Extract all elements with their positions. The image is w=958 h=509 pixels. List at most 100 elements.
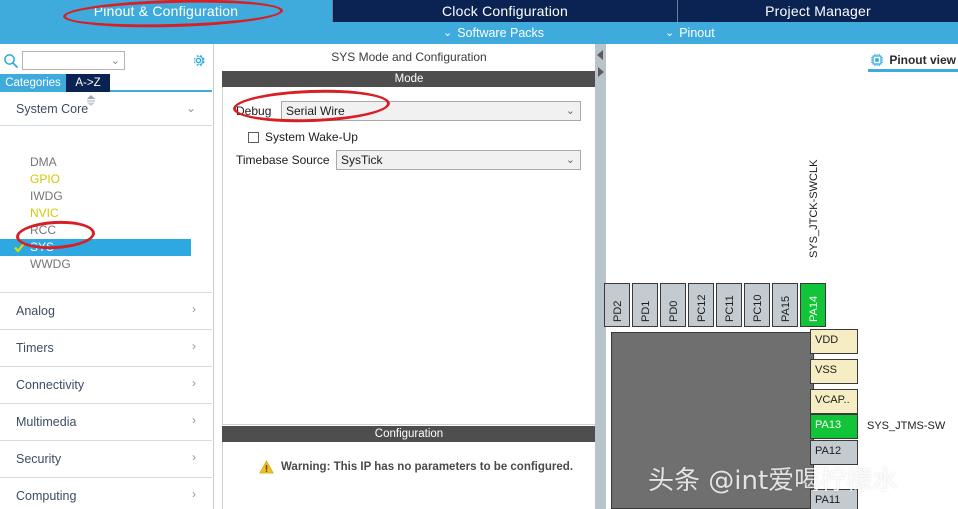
signal-sys-jtms-sw: SYS_JTMS-SW xyxy=(867,420,946,432)
check-icon xyxy=(14,242,25,253)
pin-pd1[interactable]: PD1 xyxy=(632,283,658,327)
pin-pd1-label: PD1 xyxy=(640,300,652,322)
category-security-label: Security xyxy=(16,452,62,466)
category-connectivity[interactable]: Connectivity › xyxy=(0,366,212,403)
pin-pd2[interactable]: PD2 xyxy=(604,283,630,327)
pin-vdd[interactable]: VDD xyxy=(810,329,858,354)
tab-project-manager-label: Project Manager xyxy=(765,3,871,19)
system-wakeup-checkbox[interactable] xyxy=(248,132,259,143)
ip-item-gpio-label: GPIO xyxy=(30,172,61,186)
collapse-right-icon[interactable] xyxy=(596,65,605,77)
ip-item-iwdg-label: IWDG xyxy=(30,189,63,203)
category-system-core-label: System Core xyxy=(16,102,89,116)
pin-vss[interactable]: VSS xyxy=(810,359,858,384)
pin-vss-label: VSS xyxy=(815,364,838,376)
ip-item-iwdg[interactable]: IWDG xyxy=(0,188,191,205)
category-timers[interactable]: Timers › xyxy=(0,329,212,366)
tab-categories[interactable]: Categories xyxy=(0,74,66,92)
panel-title: SYS Mode and Configuration xyxy=(331,50,487,64)
panel-splitter[interactable] xyxy=(595,44,606,509)
signal-sys-jtck-swclk: SYS_JTCK-SWCLK xyxy=(808,159,820,258)
configuration-section-header: Configuration xyxy=(222,426,596,442)
debug-select-value: Serial Wire xyxy=(286,104,345,118)
chip-package-body xyxy=(611,332,814,509)
timebase-label: Timebase Source xyxy=(236,153,330,167)
scroll-spinner-icon[interactable] xyxy=(84,94,98,107)
pin-pd0[interactable]: PD0 xyxy=(660,283,686,327)
sys-configuration-panel: SYS Mode and Configuration Mode Debug Se… xyxy=(213,44,596,509)
pin-pa11[interactable]: PA11 xyxy=(810,489,858,509)
collapse-left-icon[interactable] xyxy=(596,48,605,60)
pin-pa13[interactable]: PA13 xyxy=(810,414,858,439)
pin-vcap-label: VCAP.. xyxy=(815,394,850,406)
menu-software-packs[interactable]: ⌄ Software Packs xyxy=(443,22,544,44)
tab-a-to-z-label: A->Z xyxy=(75,77,101,89)
pin-pc11[interactable]: PC11 xyxy=(716,283,742,327)
chevron-down-icon: ⌄ xyxy=(565,105,575,117)
mode-section-header-label: Mode xyxy=(394,73,424,85)
pin-pa15-label: PA15 xyxy=(780,295,792,322)
chevron-down-icon: ⌄ xyxy=(185,101,196,115)
chevron-down-icon[interactable]: ⌄ xyxy=(111,54,120,67)
chevron-right-icon: › xyxy=(192,487,196,501)
pin-pa11-label: PA11 xyxy=(815,494,841,506)
ip-item-sys[interactable]: SYS xyxy=(0,239,191,256)
menu-pinout[interactable]: ⌄ Pinout xyxy=(665,22,715,44)
pin-pd2-label: PD2 xyxy=(612,300,624,322)
configuration-section-header-label: Configuration xyxy=(374,428,444,440)
pin-vcap[interactable]: VCAP.. xyxy=(810,389,858,414)
category-security[interactable]: Security › xyxy=(0,440,212,477)
tab-clock-configuration[interactable]: Clock Configuration xyxy=(332,0,677,22)
tab-a-to-z[interactable]: A->Z xyxy=(66,74,110,92)
ip-item-dma-label: DMA xyxy=(30,155,57,169)
system-wakeup-row[interactable]: System Wake-Up xyxy=(248,130,448,147)
tab-pinout-configuration[interactable]: Pinout & Configuration xyxy=(0,0,332,22)
warning-message: Warning: This IP has no parameters to be… xyxy=(259,460,573,474)
search-icon xyxy=(3,53,19,69)
chevron-right-icon: › xyxy=(192,302,196,316)
search-row: ⌄ xyxy=(0,48,212,74)
gear-icon[interactable] xyxy=(190,52,207,69)
tab-clock-configuration-label: Clock Configuration xyxy=(442,3,568,19)
debug-label: Debug xyxy=(236,104,272,118)
chevron-right-icon: › xyxy=(192,376,196,390)
category-computing[interactable]: Computing › xyxy=(0,477,212,509)
chip-icon xyxy=(870,53,884,67)
category-list: System Core ⌄ DMA GPIO IWDG NVIC RCC SYS… xyxy=(0,94,212,509)
tab-pinout-view-label: Pinout view xyxy=(889,52,956,67)
tab-categories-label: Categories xyxy=(5,77,61,89)
cubemx-window: Pinout & Configuration Clock Configurati… xyxy=(0,0,958,509)
chevron-down-icon: ⌄ xyxy=(665,26,675,39)
chevron-down-icon: ⌄ xyxy=(565,154,575,166)
timebase-select[interactable]: SysTick ⌄ xyxy=(336,150,581,170)
pin-pc12[interactable]: PC12 xyxy=(688,283,714,327)
pin-pa13-label: PA13 xyxy=(815,419,842,431)
category-system-core[interactable]: System Core ⌄ xyxy=(0,94,212,126)
category-multimedia[interactable]: Multimedia › xyxy=(0,403,212,440)
ip-item-wwdg[interactable]: WWDG xyxy=(0,256,191,273)
ip-item-nvic-label: NVIC xyxy=(30,206,59,220)
ip-item-dma[interactable]: DMA xyxy=(0,154,191,171)
chevron-right-icon: › xyxy=(192,450,196,464)
pin-pa12[interactable]: PA12 xyxy=(810,440,858,465)
pin-pa14[interactable]: PA14 xyxy=(800,283,826,327)
pin-vdd-label: VDD xyxy=(815,334,839,346)
category-analog-label: Analog xyxy=(16,304,55,318)
pin-pc11-label: PC11 xyxy=(724,295,736,322)
search-input[interactable] xyxy=(26,53,106,68)
pin-pa15[interactable]: PA15 xyxy=(772,283,798,327)
tab-pinout-view[interactable]: Pinout view xyxy=(868,52,958,72)
mode-section-body: Debug Serial Wire ⌄ System Wake-Up Timeb… xyxy=(222,87,596,425)
search-combo[interactable]: ⌄ xyxy=(22,51,125,70)
component-browser-panel: ⌄ Categories A->Z System Core ⌄ DMA GPIO… xyxy=(0,44,212,509)
ip-item-rcc[interactable]: RCC xyxy=(0,222,191,239)
secondary-tool-bar: ⌄ Software Packs ⌄ Pinout xyxy=(0,22,958,44)
pin-pc10[interactable]: PC10 xyxy=(744,283,770,327)
ip-item-nvic[interactable]: NVIC xyxy=(0,205,191,222)
category-analog[interactable]: Analog › xyxy=(0,292,212,329)
pin-pa12-label: PA12 xyxy=(815,445,842,457)
ip-item-gpio[interactable]: GPIO xyxy=(0,171,191,188)
tab-project-manager[interactable]: Project Manager xyxy=(677,0,958,22)
pin-pd0-label: PD0 xyxy=(668,300,680,322)
debug-select[interactable]: Serial Wire ⌄ xyxy=(281,101,581,121)
